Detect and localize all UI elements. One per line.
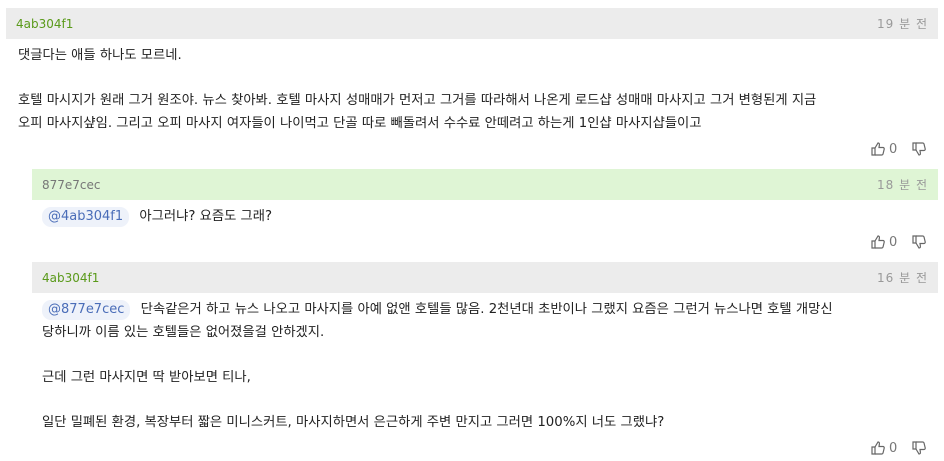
comment-line: @877e7cec 단속같은거 하고 뉴스 나오고 마사지를 아예 없앤 호텔들… xyxy=(42,299,928,322)
dislike-button[interactable] xyxy=(911,141,927,157)
like-button[interactable]: 0 xyxy=(870,440,897,456)
vote-bar: 0 xyxy=(870,440,927,456)
comment-author[interactable]: 877e7cec xyxy=(42,178,101,192)
comment-line: @4ab304f1 아그러냐? 요즘도 그래? xyxy=(42,206,928,229)
mention-tag[interactable]: @877e7cec xyxy=(42,300,131,320)
comment-timestamp: 18 분 전 xyxy=(877,178,928,192)
comment-body: @877e7cec 단속같은거 하고 뉴스 나오고 마사지를 아예 없앤 호텔들… xyxy=(32,293,938,434)
comment-1: 4ab304f1 19 분 전 댓글다는 애들 하나도 모르네. 호텔 마시지가… xyxy=(6,8,938,135)
like-button[interactable]: 0 xyxy=(870,234,897,250)
vote-bar: 0 xyxy=(870,234,927,250)
thumbs-down-icon xyxy=(912,441,927,455)
thumbs-down-icon xyxy=(912,142,927,156)
comment-line: 호텔 마시지가 원래 그거 원조야. 뉴스 찾아봐. 호텔 마사지 성매매가 먼… xyxy=(18,93,817,108)
thumbs-up-icon xyxy=(871,441,885,455)
vote-bar: 0 xyxy=(870,141,927,157)
comment-header: 4ab304f1 19 분 전 xyxy=(6,8,938,39)
comment-line: 당하니까 이름 있는 호텔들은 없어졌을걸 안하겠지. xyxy=(42,324,325,340)
like-count: 0 xyxy=(889,440,898,456)
comment-body: 댓글다는 애들 하나도 모르네. 호텔 마시지가 원래 그거 원조야. 뉴스 찾… xyxy=(6,39,938,135)
comment-line: 일단 밀폐된 환경, 복장부터 짧은 미니스커트, 마사지하면서 은근하게 주변… xyxy=(42,414,665,430)
dislike-button[interactable] xyxy=(911,440,927,456)
comment-3: 4ab304f1 16 분 전 @877e7cec 단속같은거 하고 뉴스 나오… xyxy=(32,262,938,434)
comment-line: 오피 마사지샾임. 그리고 오피 마사지 여자들이 나이먹고 단골 따로 빼돌려… xyxy=(18,115,702,131)
mention-tag[interactable]: @4ab304f1 xyxy=(42,207,130,227)
thumbs-down-icon xyxy=(912,235,927,249)
like-button[interactable]: 0 xyxy=(870,141,897,157)
comment-2: 877e7cec 18 분 전 @4ab304f1 아그러냐? 요즘도 그래? xyxy=(32,169,938,229)
comment-timestamp: 16 분 전 xyxy=(877,271,928,285)
comment-header: 4ab304f1 16 분 전 xyxy=(32,262,938,293)
comment-text: 단속같은거 하고 뉴스 나오고 마사지를 아예 없앤 호텔들 많음. 2천년대 … xyxy=(140,302,833,317)
comment-author[interactable]: 4ab304f1 xyxy=(42,271,99,285)
comment-text: 아그러냐? 요즘도 그래? xyxy=(139,209,273,224)
comment-line: 근데 그런 마사지면 딱 받아보면 티나, xyxy=(42,369,251,385)
like-count: 0 xyxy=(889,234,898,250)
comment-header: 877e7cec 18 분 전 xyxy=(32,169,938,200)
comment-body: @4ab304f1 아그러냐? 요즘도 그래? xyxy=(32,200,938,229)
comment-timestamp: 19 분 전 xyxy=(877,17,928,31)
thumbs-up-icon xyxy=(871,235,885,249)
thumbs-up-icon xyxy=(871,142,885,156)
dislike-button[interactable] xyxy=(911,234,927,250)
comment-line: 댓글다는 애들 하나도 모르네. xyxy=(18,48,182,63)
like-count: 0 xyxy=(889,141,898,157)
comment-author[interactable]: 4ab304f1 xyxy=(16,17,73,31)
